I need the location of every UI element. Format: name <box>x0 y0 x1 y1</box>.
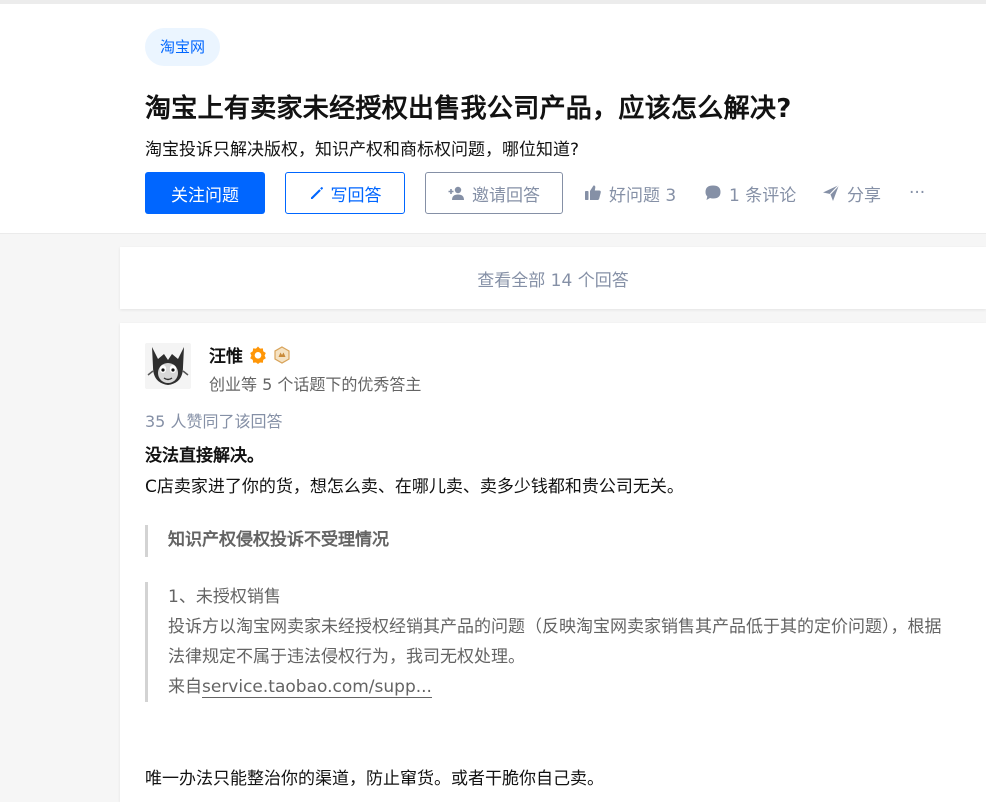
quote-item-body: 投诉方以淘宝网卖家未经授权经销其产品的问题（反映淘宝网卖家销售其产品低于其的定价… <box>168 617 942 667</box>
quote-heading: 知识产权侵权投诉不受理情况 <box>168 530 389 550</box>
question-header: 淘宝网 淘宝上有卖家未经授权出售我公司产品，应该怎么解决? 淘宝投诉只解决版权，… <box>0 4 986 234</box>
avatar[interactable] <box>145 343 191 389</box>
good-question-label: 好问题 3 <box>609 185 677 206</box>
author-line: 汪惟 <box>209 342 291 367</box>
answer-last-line: 唯一办法只能整治你的渠道，防止窜货。或者干脆你自己卖。 <box>145 769 604 789</box>
invite-answer-label: 邀请回答 <box>472 185 540 206</box>
voters-count[interactable]: 35 人赞同了该回答 <box>145 408 282 432</box>
quote-source: 来自service.taobao.com/supp... <box>168 672 945 702</box>
paper-plane-icon <box>822 184 840 202</box>
add-user-icon <box>448 185 466 201</box>
comment-bubble-icon <box>704 184 722 202</box>
author-headline: 创业等 5 个话题下的优秀答主 <box>209 375 422 394</box>
orange-gear-badge-icon[interactable] <box>249 346 267 364</box>
quote-heading-block: 知识产权侵权投诉不受理情况 <box>145 525 945 557</box>
good-question-button[interactable]: 好问题 3 <box>584 172 676 214</box>
answer-text-line: C店卖家进了你的货，想怎么卖、在哪儿卖、卖多少钱都和贵公司无关。 <box>145 477 684 497</box>
quote-source-link[interactable]: service.taobao.com/supp... <box>202 677 432 698</box>
pencil-icon <box>309 185 325 201</box>
view-all-answers-label: 查看全部 14 个回答 <box>477 270 629 291</box>
write-answer-button[interactable]: 写回答 <box>285 172 405 214</box>
comment-button[interactable]: 1 条评论 <box>704 172 796 214</box>
follow-question-label: 关注问题 <box>171 185 239 206</box>
quote-item-title: 1、未授权销售 <box>168 587 281 607</box>
share-label: 分享 <box>847 185 881 206</box>
question-description: 淘宝投诉只解决版权，知识产权和商标权问题，哪位知道? <box>145 140 580 160</box>
share-button[interactable]: 分享 <box>822 172 881 214</box>
more-label: ··· <box>909 183 926 203</box>
thumbs-up-icon <box>584 184 602 202</box>
quote-source-prefix: 来自 <box>168 677 202 697</box>
gold-hexagon-badge-icon[interactable] <box>273 345 291 364</box>
quote-body-block: 1、未授权销售 投诉方以淘宝网卖家未经授权经销其产品的问题（反映淘宝网卖家销售其… <box>145 582 945 702</box>
answer-card: 汪惟 创业等 5 个话题下的优秀答主 35 人赞同了该回答 没法直接解决。 C店… <box>120 323 986 802</box>
follow-question-button[interactable]: 关注问题 <box>145 172 265 214</box>
view-all-answers-button[interactable]: 查看全部 14 个回答 <box>120 247 986 309</box>
comment-label: 1 条评论 <box>729 185 797 206</box>
author-name[interactable]: 汪惟 <box>209 342 243 367</box>
write-answer-label: 写回答 <box>330 185 382 206</box>
answer-bold-line: 没法直接解决。 <box>145 446 264 466</box>
topic-tag[interactable]: 淘宝网 <box>145 28 221 66</box>
invite-answer-button[interactable]: 邀请回答 <box>425 172 563 214</box>
more-options-button[interactable]: ··· <box>909 172 925 214</box>
question-title: 淘宝上有卖家未经授权出售我公司产品，应该怎么解决? <box>145 94 792 124</box>
